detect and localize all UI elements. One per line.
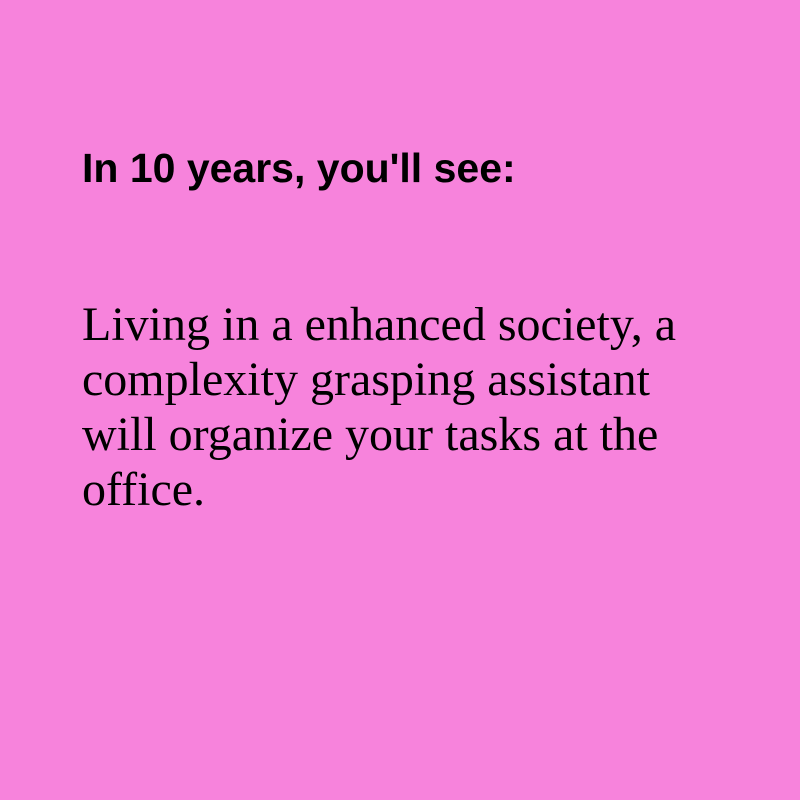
quote-card: In 10 years, you'll see: Living in a enh… bbox=[0, 0, 800, 800]
prediction-text: Living in a enhanced society, a complexi… bbox=[82, 298, 676, 516]
headline: In 10 years, you'll see: bbox=[82, 145, 516, 191]
